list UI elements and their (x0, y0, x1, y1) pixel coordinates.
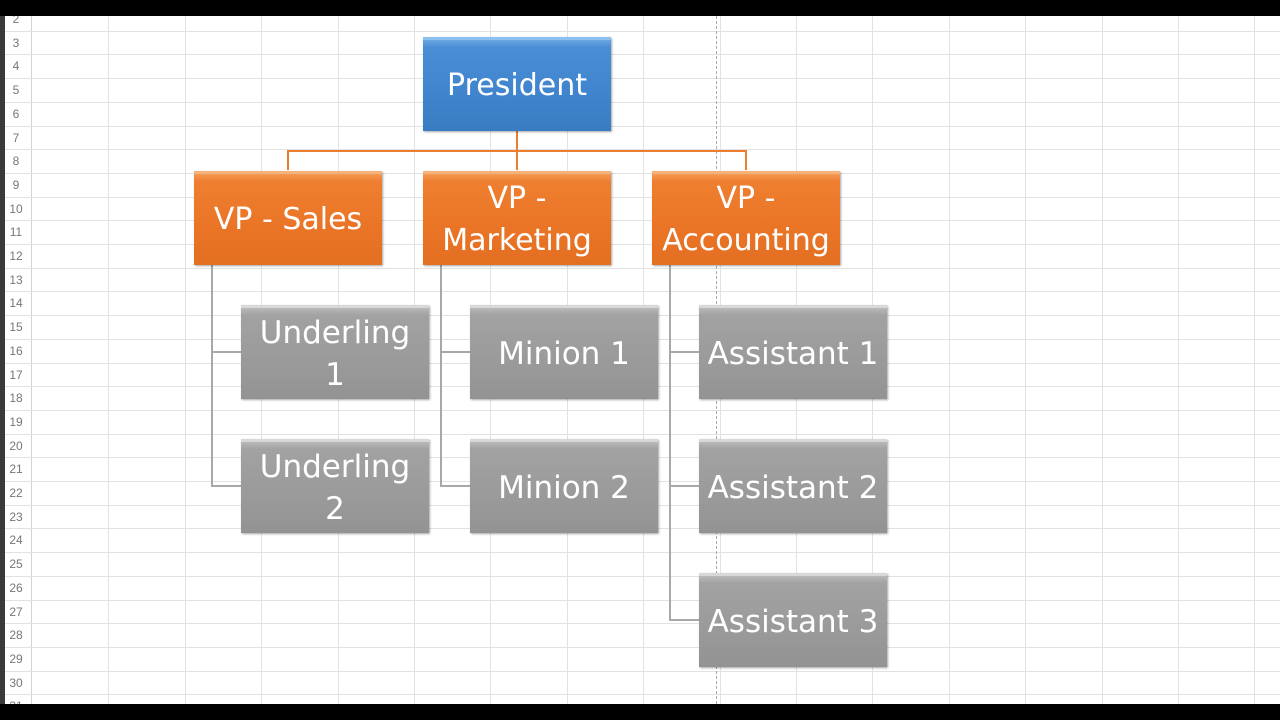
org-node-label: Underling 2 (259, 448, 411, 527)
connector-marketing-reports (440, 265, 471, 487)
org-node-label: Assistant 2 (707, 469, 879, 506)
org-node-assistant-2[interactable]: Assistant 2 (699, 439, 887, 533)
org-node-assistant-3[interactable]: Assistant 3 (699, 573, 887, 667)
org-node-underling-2[interactable]: Underling 2 (241, 439, 429, 533)
connector-sales-reports (211, 265, 242, 487)
org-node-vp-marketing[interactable]: VP - Marketing (423, 171, 611, 265)
org-node-label: Assistant 3 (707, 603, 879, 640)
connector-president-to-vps (287, 131, 747, 170)
org-node-vp-sales[interactable]: VP - Sales (194, 171, 382, 265)
org-node-vp-accounting[interactable]: VP - Accounting (652, 171, 840, 265)
org-node-label: VP - Accounting (662, 180, 830, 258)
org-node-label: Assistant 1 (707, 335, 879, 372)
org-node-label: President (447, 67, 587, 103)
org-node-label: Minion 2 (498, 469, 630, 506)
connector-accounting-reports (669, 265, 700, 621)
org-node-label: Underling 1 (259, 314, 411, 393)
org-node-label: VP - Marketing (442, 180, 592, 258)
org-node-assistant-1[interactable]: Assistant 1 (699, 305, 887, 399)
org-node-minion-1[interactable]: Minion 1 (470, 305, 658, 399)
org-node-label: VP - Sales (213, 201, 363, 237)
org-node-president[interactable]: President (423, 37, 611, 131)
org-node-minion-2[interactable]: Minion 2 (470, 439, 658, 533)
org-node-label: Minion 1 (498, 335, 630, 372)
org-node-underling-1[interactable]: Underling 1 (241, 305, 429, 399)
